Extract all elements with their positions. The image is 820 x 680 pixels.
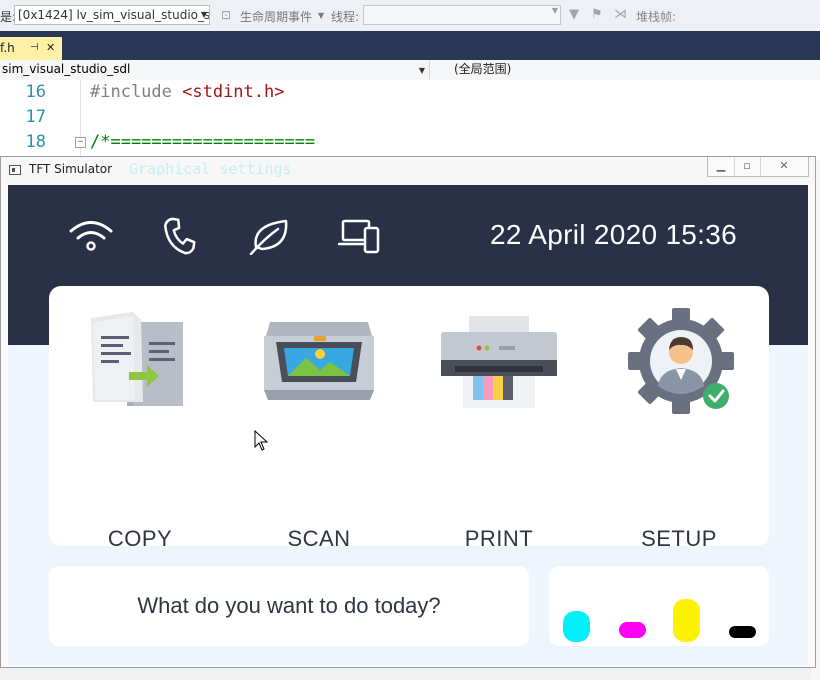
ink-level-card xyxy=(549,566,769,646)
scanner-icon xyxy=(264,322,374,400)
app-icon xyxy=(9,165,21,175)
print-tile[interactable]: PRINT xyxy=(424,316,574,551)
close-icon[interactable]: ✕ xyxy=(46,37,55,59)
stack-frame-label: 堆栈帧: xyxy=(636,10,677,24)
process-combo-value: [0x1424] lv_sim_visual_studio_sc xyxy=(18,8,210,22)
copy-tile[interactable]: COPY xyxy=(65,312,215,551)
prompt-text: What do you want to do today? xyxy=(137,593,441,618)
window-controls: ▁ ▫ ✕ xyxy=(707,157,809,177)
tab-file-name: f.h xyxy=(0,41,15,55)
scope-combo-value: (全局范围) xyxy=(454,62,512,76)
navigation-bar: sim_visual_studio_sdl ▼ (全局范围) xyxy=(0,60,820,81)
simulator-window: TFT Simulator Graphical settings ▁ ▫ ✕ 2… xyxy=(0,156,816,668)
chevron-down-icon: ▼ xyxy=(318,11,325,20)
code-comment: /*==================== xyxy=(90,132,316,152)
ghost-code-text: Graphical settings xyxy=(129,160,292,178)
wifi-icon[interactable] xyxy=(68,217,114,255)
setup-tile[interactable]: SETUP xyxy=(604,308,754,551)
copy-icon xyxy=(91,312,183,406)
datetime-display: 22 April 2020 15:36 xyxy=(490,219,738,250)
window-title: TFT Simulator xyxy=(29,162,113,176)
filter-icon[interactable]: ▼ xyxy=(569,7,579,22)
lifecycle-icon[interactable]: ⊡ xyxy=(221,8,231,22)
tab-file[interactable]: f.h ⊣ ✕ xyxy=(0,37,62,60)
flag-threads-icon[interactable]: ⋊ xyxy=(614,7,627,22)
code-editor[interactable]: 16 #include <stdint.h> 17 18 /*=========… xyxy=(0,80,820,160)
ink-level-cyan xyxy=(563,611,590,642)
leaf-icon[interactable] xyxy=(248,217,290,255)
minimize-button[interactable]: ▁ xyxy=(708,157,735,176)
document-tabs-bar: f.h ⊣ ✕ xyxy=(0,31,820,60)
phone-icon[interactable] xyxy=(160,217,198,255)
maximize-button[interactable]: ▫ xyxy=(734,157,761,176)
setup-label: SETUP xyxy=(641,526,717,551)
print-label: PRINT xyxy=(464,526,534,551)
code-line: 17 xyxy=(0,105,820,130)
main-menu-card: COPY SCAN PRINT SETUP xyxy=(49,286,769,551)
ide-toolbar: 是: [0x1424] lv_sim_visual_studio_sc ▼ ⊡ … xyxy=(0,0,820,32)
line-number: 17 xyxy=(25,107,46,127)
chevron-down-icon: ▼ xyxy=(551,6,558,15)
include-keyword: #include xyxy=(90,82,183,102)
collapse-icon[interactable]: − xyxy=(75,137,86,148)
copy-label: COPY xyxy=(107,526,173,551)
project-combo[interactable]: sim_visual_studio_sdl ▼ xyxy=(0,61,430,79)
code-line: 16 #include <stdint.h> xyxy=(0,80,820,105)
mouse-cursor-icon xyxy=(254,430,268,451)
printer-icon xyxy=(441,316,557,408)
scan-tile[interactable]: SCAN xyxy=(244,322,394,551)
project-combo-value: sim_visual_studio_sdl xyxy=(2,62,131,76)
pin-icon[interactable]: ⊣ xyxy=(30,37,39,59)
setup-gear-icon xyxy=(628,308,734,414)
code-text: #include <stdint.h> xyxy=(90,80,284,105)
ink-level-yellow xyxy=(673,599,700,642)
devices-icon[interactable] xyxy=(338,217,382,255)
scope-combo[interactable]: (全局范围) xyxy=(454,61,511,78)
ink-level-black xyxy=(729,626,756,638)
lifecycle-events-label[interactable]: 生命周期事件 xyxy=(240,8,312,25)
process-combo[interactable]: [0x1424] lv_sim_visual_studio_sc ▼ xyxy=(14,5,210,25)
device-screen: 22 April 2020 15:36 COPY SCAN PRINT SETU… xyxy=(8,185,808,665)
prompt-card: What do you want to do today? xyxy=(49,566,529,646)
filter-toggle-icon[interactable]: ⚑ xyxy=(591,7,603,22)
close-button[interactable]: ✕ xyxy=(760,157,808,176)
thread-label: 线程: xyxy=(331,10,360,24)
include-path: <stdint.h> xyxy=(182,82,285,102)
ink-level-magenta xyxy=(619,622,646,638)
line-number: 16 xyxy=(25,82,46,102)
chevron-down-icon: ▼ xyxy=(418,66,425,75)
code-line: 18 /*==================== xyxy=(0,130,820,155)
simulator-titlebar[interactable]: TFT Simulator Graphical settings ▁ ▫ ✕ xyxy=(1,157,815,185)
line-number: 18 xyxy=(25,132,46,152)
thread-combo[interactable]: ▼ xyxy=(363,5,561,25)
chevron-down-icon: ▼ xyxy=(200,10,207,19)
scan-label: SCAN xyxy=(287,526,351,551)
